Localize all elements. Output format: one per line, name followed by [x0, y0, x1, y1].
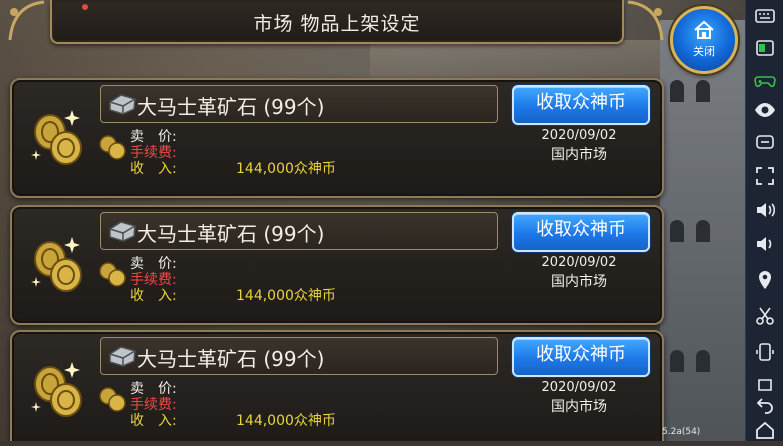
market-header: 市场 物品上架设定 [50, 0, 624, 44]
header-ornament-right [627, 0, 664, 41]
header-ornament-left [8, 0, 45, 41]
item-name: 大马士革矿石 (99个) [137, 222, 325, 246]
small-coins-icon [99, 387, 126, 412]
income-value: 144,000众神币 [236, 161, 336, 177]
item-name: 大马士革矿石 (99个) [137, 347, 325, 371]
ore-ingot-icon [109, 346, 136, 367]
ore-ingot-icon [109, 221, 136, 242]
income-value: 144,000众神币 [236, 288, 336, 304]
collect-coins-button[interactable]: 收取众神币 [512, 212, 650, 252]
location-icon[interactable] [753, 268, 777, 292]
home-icon [694, 20, 714, 39]
small-coins-icon [99, 135, 126, 160]
keyboard-icon[interactable] [753, 4, 777, 28]
eye-icon[interactable] [753, 98, 777, 122]
scissors-icon[interactable] [753, 304, 777, 328]
item-name-bar: 大马士革矿石 (99个) [100, 85, 498, 123]
listing-date: 2020/09/02 [541, 255, 617, 270]
collect-coins-button[interactable]: 收取众神币 [512, 337, 650, 377]
phone-rotate-icon[interactable] [753, 340, 777, 364]
game-viewport: 市场 物品上架设定 关闭 大马士革矿石 (99个) 收取众神币 卖 价: 手续费… [0, 0, 745, 441]
volume-down-icon[interactable] [753, 232, 777, 256]
income-label: 收 入: [130, 288, 177, 304]
close-button[interactable]: 关闭 [670, 6, 738, 74]
market-name: 国内市场 [551, 274, 607, 290]
collect-coins-button[interactable]: 收取众神币 [512, 85, 650, 125]
listing-date: 2020/09/02 [541, 128, 617, 143]
gold-coins-icon [31, 110, 82, 165]
notification-dot [82, 4, 88, 10]
fullscreen-icon[interactable] [753, 164, 777, 188]
item-name-bar: 大马士革矿石 (99个) [100, 212, 498, 250]
tablet-icon[interactable] [753, 130, 777, 154]
market-name: 国内市场 [551, 399, 607, 415]
listing-card: 大马士革矿石 (99个) 收取众神币 卖 价: 手续费: 收 入: 144,00… [10, 330, 664, 441]
item-name-bar: 大马士革矿石 (99个) [100, 337, 498, 375]
small-coins-icon [99, 262, 126, 287]
back-icon[interactable] [753, 392, 777, 416]
listing-card: 大马士革矿石 (99个) 收取众神币 卖 价: 手续费: 收 入: 144,00… [10, 205, 664, 325]
page-title: 市场 物品上架设定 [253, 13, 421, 35]
income-value: 144,000众神币 [236, 413, 336, 429]
gold-coins-icon [31, 237, 82, 292]
listing-date: 2020/09/02 [541, 380, 617, 395]
gold-coins-icon [31, 362, 82, 417]
market-name: 国内市场 [551, 147, 607, 163]
background-tower [660, 20, 745, 441]
emulator-toolbar [745, 0, 783, 441]
ore-ingot-icon [109, 94, 136, 115]
version-label: 5.2a(54) [662, 427, 701, 437]
income-label: 收 入: [130, 161, 177, 177]
window-icon[interactable] [753, 36, 777, 60]
income-label: 收 入: [130, 413, 177, 429]
listing-card: 大马士革矿石 (99个) 收取众神币 卖 价: 手续费: 收 入: 144,00… [10, 78, 664, 198]
home-icon[interactable] [753, 418, 777, 442]
item-name: 大马士革矿石 (99个) [137, 95, 325, 119]
volume-up-icon[interactable] [753, 198, 777, 222]
close-label: 关闭 [693, 45, 715, 58]
gamepad-icon[interactable] [753, 68, 777, 92]
